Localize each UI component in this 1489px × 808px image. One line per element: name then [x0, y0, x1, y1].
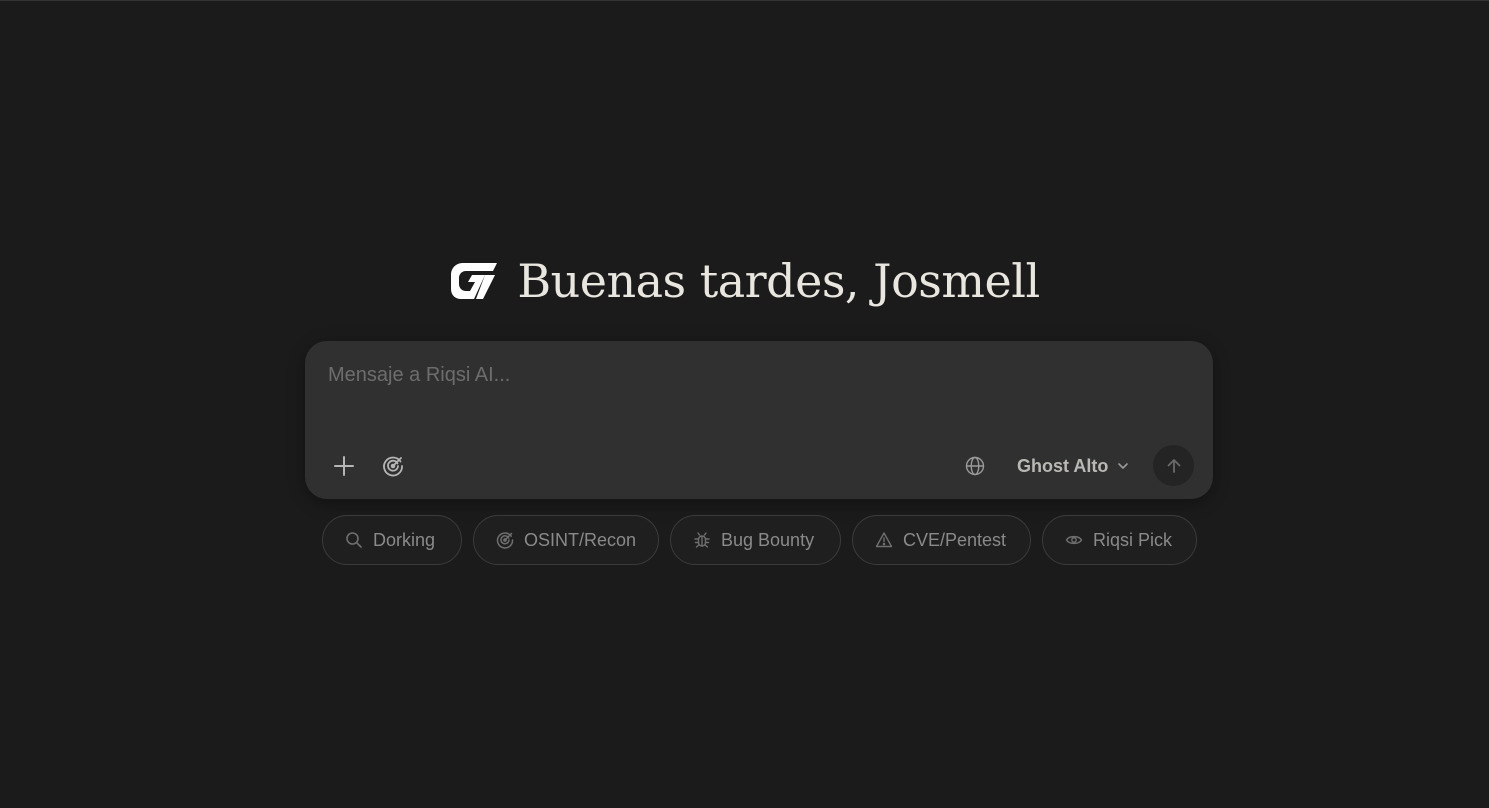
send-button[interactable]	[1153, 445, 1194, 486]
plus-icon	[333, 455, 355, 477]
radar-icon	[382, 455, 404, 477]
bug-icon	[693, 531, 711, 549]
chip-label: Dorking	[373, 529, 436, 550]
model-label: Ghost Alto	[1017, 455, 1109, 476]
message-input[interactable]	[328, 361, 1188, 389]
warning-icon	[875, 531, 893, 549]
greeting-title: Buenas tardes, Josmell	[517, 254, 1040, 308]
globe-icon	[965, 456, 985, 476]
model-selector[interactable]: Ghost Alto	[1017, 451, 1130, 481]
chip-bug-bounty[interactable]: Bug Bounty	[670, 515, 841, 565]
chip-cve-pentest[interactable]: CVE/Pentest	[852, 515, 1031, 565]
chip-label: Riqsi Pick	[1093, 529, 1173, 550]
chevron-down-icon	[1116, 459, 1130, 473]
chip-riqsi-pick[interactable]: Riqsi Pick	[1042, 515, 1197, 565]
eye-icon	[1065, 531, 1083, 549]
chip-label: OSINT/Recon	[524, 529, 637, 550]
search-icon	[345, 531, 363, 549]
suggestion-chips: Dorking OSINT/Recon Bug Bounty CVE/Pente…	[322, 515, 1197, 565]
greeting: Buenas tardes, Josmell	[0, 253, 1489, 309]
chip-label: CVE/Pentest	[903, 529, 1007, 550]
message-composer: Ghost Alto	[305, 341, 1213, 499]
recon-mode-button[interactable]	[378, 451, 408, 481]
arrow-up-icon	[1165, 457, 1183, 475]
web-search-button[interactable]	[960, 451, 990, 481]
brand-logo-icon	[449, 261, 499, 301]
chip-dorking[interactable]: Dorking	[322, 515, 462, 565]
chip-label: Bug Bounty	[721, 529, 815, 550]
attach-button[interactable]	[329, 451, 359, 481]
chip-osint-recon[interactable]: OSINT/Recon	[473, 515, 659, 565]
radar-icon	[496, 531, 514, 549]
